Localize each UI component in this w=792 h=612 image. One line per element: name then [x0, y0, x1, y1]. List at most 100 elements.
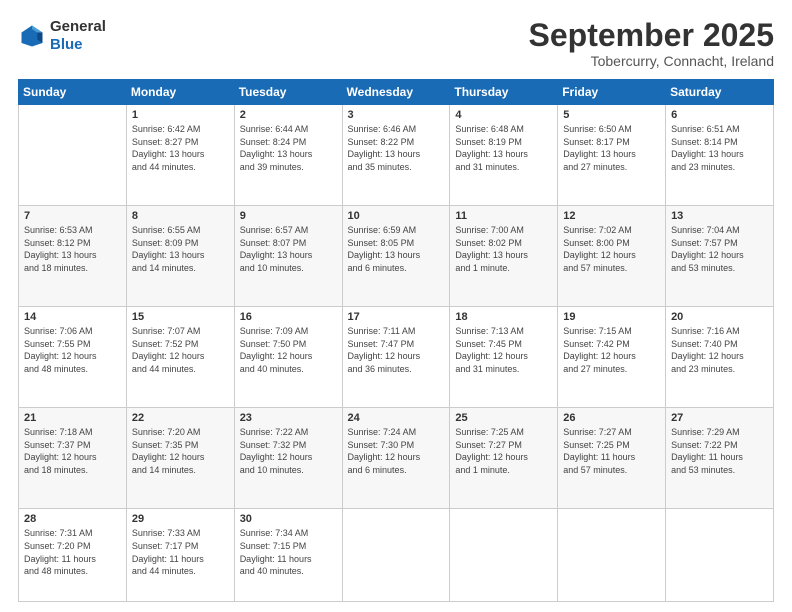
day-info: Sunrise: 6:53 AM Sunset: 8:12 PM Dayligh… — [24, 224, 121, 274]
calendar-header-wednesday: Wednesday — [342, 80, 450, 105]
day-info: Sunrise: 7:27 AM Sunset: 7:25 PM Dayligh… — [563, 426, 660, 476]
day-number: 21 — [24, 412, 121, 424]
calendar-cell: 4 Sunrise: 6:48 AM Sunset: 8:19 PM Daylig… — [450, 105, 558, 206]
calendar-cell: 26 Sunrise: 7:27 AM Sunset: 7:25 PM Dayli… — [558, 408, 666, 509]
day-number: 20 — [671, 311, 768, 323]
day-number: 4 — [455, 109, 552, 121]
day-info: Sunrise: 6:55 AM Sunset: 8:09 PM Dayligh… — [132, 224, 229, 274]
calendar-cell: 10Sunrise: 6:59 AM Sunset: 8:05 PM Dayli… — [342, 206, 450, 307]
day-info: Sunrise: 7:20 AM Sunset: 7:35 PM Dayligh… — [132, 426, 229, 476]
calendar-cell: 15 Sunrise: 7:07 AM Sunset: 7:52 PM Dayli… — [126, 307, 234, 408]
day-number: 22 — [132, 412, 229, 424]
week-row-4: 21 Sunrise: 7:18 AM Sunset: 7:37 PM Dayli… — [19, 408, 774, 509]
calendar-cell: 30 Sunrise: 7:34 AM Sunset: 7:15 PM Dayli… — [234, 509, 342, 602]
calendar-cell — [558, 509, 666, 602]
day-number: 23 — [240, 412, 337, 424]
calendar-cell: 19 Sunrise: 7:15 AM Sunset: 7:42 PM Dayli… — [558, 307, 666, 408]
calendar-cell: 7 Sunrise: 6:53 AM Sunset: 8:12 PM Daylig… — [19, 206, 127, 307]
calendar-cell: 5Sunrise: 6:50 AM Sunset: 8:17 PM Daylig… — [558, 105, 666, 206]
day-info: Sunrise: 6:51 AM Sunset: 8:14 PM Dayligh… — [671, 123, 768, 173]
logo-icon — [18, 22, 46, 50]
calendar-cell: 9Sunrise: 6:57 AM Sunset: 8:07 PM Daylig… — [234, 206, 342, 307]
day-info: Sunrise: 6:46 AM Sunset: 8:22 PM Dayligh… — [348, 123, 445, 173]
day-info: Sunrise: 7:04 AM Sunset: 7:57 PM Dayligh… — [671, 224, 768, 274]
day-number: 15 — [132, 311, 229, 323]
calendar-cell — [342, 509, 450, 602]
day-number: 24 — [348, 412, 445, 424]
day-number: 27 — [671, 412, 768, 424]
day-number: 16 — [240, 311, 337, 323]
day-info: Sunrise: 7:06 AM Sunset: 7:55 PM Dayligh… — [24, 325, 121, 375]
calendar-cell: 22 Sunrise: 7:20 AM Sunset: 7:35 PM Dayli… — [126, 408, 234, 509]
calendar-cell: 27 Sunrise: 7:29 AM Sunset: 7:22 PM Dayli… — [666, 408, 774, 509]
calendar-cell — [19, 105, 127, 206]
calendar-cell: 3 Sunrise: 6:46 AM Sunset: 8:22 PM Daylig… — [342, 105, 450, 206]
day-info: Sunrise: 7:16 AM Sunset: 7:40 PM Dayligh… — [671, 325, 768, 375]
calendar-cell: 14 Sunrise: 7:06 AM Sunset: 7:55 PM Dayli… — [19, 307, 127, 408]
day-info: Sunrise: 6:44 AM Sunset: 8:24 PM Dayligh… — [240, 123, 337, 173]
day-number: 18 — [455, 311, 552, 323]
calendar-cell: 16 Sunrise: 7:09 AM Sunset: 7:50 PM Dayli… — [234, 307, 342, 408]
day-number: 11 — [455, 210, 552, 222]
calendar-cell: 2 Sunrise: 6:44 AM Sunset: 8:24 PM Daylig… — [234, 105, 342, 206]
day-info: Sunrise: 7:34 AM Sunset: 7:15 PM Dayligh… — [240, 527, 337, 577]
day-info: Sunrise: 7:07 AM Sunset: 7:52 PM Dayligh… — [132, 325, 229, 375]
calendar-header-monday: Monday — [126, 80, 234, 105]
calendar-cell: 18Sunrise: 7:13 AM Sunset: 7:45 PM Dayli… — [450, 307, 558, 408]
day-number: 26 — [563, 412, 660, 424]
calendar-cell — [666, 509, 774, 602]
day-info: Sunrise: 7:22 AM Sunset: 7:32 PM Dayligh… — [240, 426, 337, 476]
calendar-cell: 13Sunrise: 7:04 AM Sunset: 7:57 PM Dayli… — [666, 206, 774, 307]
day-info: Sunrise: 6:48 AM Sunset: 8:19 PM Dayligh… — [455, 123, 552, 173]
calendar-header-row: SundayMondayTuesdayWednesdayThursdayFrid… — [19, 80, 774, 105]
day-number: 19 — [563, 311, 660, 323]
day-number: 8 — [132, 210, 229, 222]
day-info: Sunrise: 7:09 AM Sunset: 7:50 PM Dayligh… — [240, 325, 337, 375]
day-number: 5 — [563, 109, 660, 121]
calendar-header-saturday: Saturday — [666, 80, 774, 105]
day-number: 30 — [240, 513, 337, 525]
calendar-cell: 6 Sunrise: 6:51 AM Sunset: 8:14 PM Daylig… — [666, 105, 774, 206]
calendar-cell: 23 Sunrise: 7:22 AM Sunset: 7:32 PM Dayli… — [234, 408, 342, 509]
logo: General Blue — [18, 18, 106, 54]
day-info: Sunrise: 7:29 AM Sunset: 7:22 PM Dayligh… — [671, 426, 768, 476]
calendar-cell: 11 Sunrise: 7:00 AM Sunset: 8:02 PM Dayli… — [450, 206, 558, 307]
calendar-table: SundayMondayTuesdayWednesdayThursdayFrid… — [18, 79, 774, 602]
day-number: 14 — [24, 311, 121, 323]
day-number: 17 — [348, 311, 445, 323]
day-info: Sunrise: 7:15 AM Sunset: 7:42 PM Dayligh… — [563, 325, 660, 375]
calendar-cell: 17Sunrise: 7:11 AM Sunset: 7:47 PM Dayli… — [342, 307, 450, 408]
week-row-1: 1Sunrise: 6:42 AM Sunset: 8:27 PM Daylig… — [19, 105, 774, 206]
day-number: 12 — [563, 210, 660, 222]
day-info: Sunrise: 7:18 AM Sunset: 7:37 PM Dayligh… — [24, 426, 121, 476]
calendar-cell: 8 Sunrise: 6:55 AM Sunset: 8:09 PM Daylig… — [126, 206, 234, 307]
month-title: September 2025 — [529, 18, 774, 53]
calendar-header-sunday: Sunday — [19, 80, 127, 105]
day-number: 7 — [24, 210, 121, 222]
title-area: September 2025 Tobercurry, Connacht, Ire… — [529, 18, 774, 69]
day-info: Sunrise: 7:33 AM Sunset: 7:17 PM Dayligh… — [132, 527, 229, 577]
calendar-cell — [450, 509, 558, 602]
day-info: Sunrise: 7:31 AM Sunset: 7:20 PM Dayligh… — [24, 527, 121, 577]
day-info: Sunrise: 6:59 AM Sunset: 8:05 PM Dayligh… — [348, 224, 445, 274]
week-row-2: 7 Sunrise: 6:53 AM Sunset: 8:12 PM Daylig… — [19, 206, 774, 307]
location: Tobercurry, Connacht, Ireland — [529, 53, 774, 69]
day-number: 29 — [132, 513, 229, 525]
calendar-cell: 24 Sunrise: 7:24 AM Sunset: 7:30 PM Dayli… — [342, 408, 450, 509]
day-number: 3 — [348, 109, 445, 121]
calendar-cell: 28 Sunrise: 7:31 AM Sunset: 7:20 PM Dayli… — [19, 509, 127, 602]
day-number: 2 — [240, 109, 337, 121]
week-row-3: 14 Sunrise: 7:06 AM Sunset: 7:55 PM Dayli… — [19, 307, 774, 408]
calendar-page: General Blue September 2025 Tobercurry, … — [0, 0, 792, 612]
calendar-cell: 21 Sunrise: 7:18 AM Sunset: 7:37 PM Dayli… — [19, 408, 127, 509]
day-number: 28 — [24, 513, 121, 525]
day-info: Sunrise: 6:57 AM Sunset: 8:07 PM Dayligh… — [240, 224, 337, 274]
day-info: Sunrise: 7:24 AM Sunset: 7:30 PM Dayligh… — [348, 426, 445, 476]
day-info: Sunrise: 7:02 AM Sunset: 8:00 PM Dayligh… — [563, 224, 660, 274]
header: General Blue September 2025 Tobercurry, … — [18, 18, 774, 69]
day-number: 25 — [455, 412, 552, 424]
calendar-cell: 20 Sunrise: 7:16 AM Sunset: 7:40 PM Dayli… — [666, 307, 774, 408]
calendar-cell: 12 Sunrise: 7:02 AM Sunset: 8:00 PM Dayli… — [558, 206, 666, 307]
day-number: 6 — [671, 109, 768, 121]
day-info: Sunrise: 7:00 AM Sunset: 8:02 PM Dayligh… — [455, 224, 552, 274]
